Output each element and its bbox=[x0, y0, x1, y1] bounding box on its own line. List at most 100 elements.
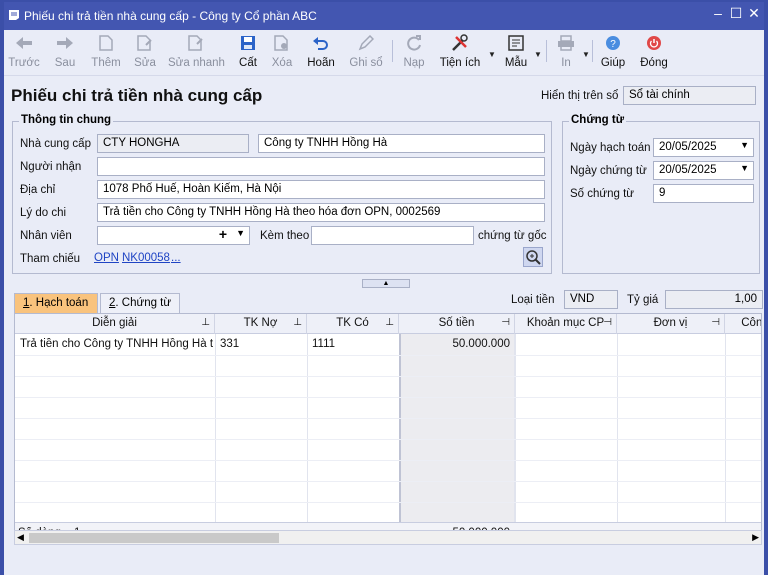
column-header-credit[interactable]: TK Có ⊥ bbox=[307, 314, 399, 334]
voucher-window: Phiếu chi trả tiền nhà cung cấp - Công t… bbox=[0, 0, 768, 575]
pin-icon: ⊥ bbox=[201, 317, 210, 328]
pin-icon: ⊣ bbox=[711, 317, 720, 328]
row-1-credit[interactable]: 1111 bbox=[312, 338, 335, 350]
pin-icon: ⊥ bbox=[293, 317, 302, 328]
maximize-icon[interactable]: ☐ bbox=[728, 5, 744, 22]
form-content: Phiếu chi trả tiền nhà cung cấp Hiển thị… bbox=[4, 76, 764, 575]
voucher-date-label: Ngày chứng từ bbox=[570, 165, 647, 177]
column-header-expense[interactable]: Khoản mục CP ⊣ bbox=[515, 314, 617, 334]
column-header-desc[interactable]: Diễn giải ⊥ bbox=[15, 314, 215, 334]
tab-vouchers[interactable]: 2. Chứng từ bbox=[100, 293, 180, 313]
row-1-debit[interactable]: 331 bbox=[220, 338, 239, 350]
reference-label: Tham chiếu bbox=[20, 253, 81, 265]
add-employee-icon[interactable]: + bbox=[219, 227, 227, 242]
zoom-in-icon bbox=[526, 250, 541, 265]
pin-icon: ⊣ bbox=[501, 317, 510, 328]
column-header-amount[interactable]: Số tiền ⊣ bbox=[399, 314, 515, 334]
load-button[interactable]: Nạp bbox=[400, 32, 428, 74]
pin-icon: ⊣ bbox=[603, 317, 612, 328]
post-button[interactable]: Ghi sổ bbox=[347, 32, 385, 74]
minimize-icon[interactable]: – bbox=[710, 5, 726, 21]
power-icon bbox=[647, 36, 661, 50]
utilities-button[interactable]: Tiện ích bbox=[438, 32, 482, 74]
chevron-down-icon[interactable]: ▼ bbox=[236, 228, 245, 238]
delete-button[interactable]: Xóa bbox=[268, 32, 296, 74]
supplier-name-field[interactable]: Công ty TNHH Hồng Hà bbox=[258, 134, 545, 153]
delete-document-icon bbox=[274, 35, 288, 51]
voucher-date-field[interactable]: 20/05/2025 ▼ bbox=[653, 161, 754, 180]
accounting-grid: Diễn giải ⊥ TK Nợ ⊥ TK Có ⊥ Số tiền ⊣ Khoản … bbox=[14, 313, 762, 545]
column-header-unit[interactable]: Đơn vị ⊣ bbox=[617, 314, 725, 334]
receiver-field[interactable] bbox=[97, 157, 545, 176]
collapse-toggle[interactable]: ▲ bbox=[362, 279, 410, 288]
currency-field[interactable]: VND bbox=[564, 290, 618, 309]
close-button[interactable]: Đóng bbox=[638, 32, 670, 74]
template-icon bbox=[508, 35, 524, 51]
attach-field[interactable] bbox=[311, 226, 474, 245]
employee-field[interactable]: + ▼ bbox=[97, 226, 250, 245]
column-header-other[interactable]: Công bbox=[725, 314, 761, 334]
template-button[interactable]: Mẫu bbox=[502, 32, 530, 74]
receiver-label: Người nhận bbox=[20, 161, 82, 173]
template-dropdown-icon[interactable]: ▼ bbox=[534, 50, 542, 59]
arrow-left-icon bbox=[16, 37, 32, 49]
help-button[interactable]: ? Giúp bbox=[598, 32, 628, 74]
display-on-field[interactable]: Sổ tài chính bbox=[623, 86, 756, 105]
quick-edit-button[interactable]: Sửa nhanh bbox=[168, 32, 225, 74]
svg-text:?: ? bbox=[610, 39, 616, 50]
chevron-down-icon[interactable]: ▼ bbox=[740, 140, 749, 150]
horizontal-scrollbar[interactable]: ◀ ▶ bbox=[14, 530, 762, 545]
pin-icon: ⊥ bbox=[385, 317, 394, 328]
close-window-icon[interactable]: ✕ bbox=[746, 5, 762, 22]
zoom-button[interactable] bbox=[523, 247, 543, 267]
attach-label: Kèm theo bbox=[260, 230, 310, 242]
back-button[interactable]: Trước bbox=[8, 32, 40, 74]
reference-link-opn[interactable]: OPN bbox=[94, 252, 119, 264]
tab-accounting[interactable]: 1. Hạch toán bbox=[14, 293, 98, 313]
address-field[interactable]: 1078 Phố Huế, Hoàn Kiếm, Hà Nội bbox=[97, 180, 545, 199]
chevron-down-icon[interactable]: ▼ bbox=[740, 163, 749, 173]
print-button[interactable]: In bbox=[552, 32, 580, 74]
arrow-right-icon bbox=[57, 37, 73, 49]
quick-edit-icon bbox=[188, 35, 203, 51]
scroll-thumb[interactable] bbox=[29, 533, 279, 543]
posting-date-label: Ngày hạch toán bbox=[570, 142, 651, 154]
save-icon bbox=[241, 36, 255, 50]
amount-column-shade bbox=[399, 334, 515, 522]
column-header-debit[interactable]: TK Nợ ⊥ bbox=[215, 314, 307, 334]
row-1-amount[interactable]: 50.000.000 bbox=[403, 338, 510, 350]
add-button[interactable]: Thêm bbox=[90, 32, 122, 74]
pen-icon bbox=[358, 35, 374, 51]
display-on-label: Hiển thị trên sổ bbox=[541, 90, 619, 102]
help-icon: ? bbox=[606, 36, 620, 50]
grid-header: Diễn giải ⊥ TK Nợ ⊥ TK Có ⊥ Số tiền ⊣ Khoản … bbox=[15, 314, 761, 334]
next-button[interactable]: Sau bbox=[51, 32, 79, 74]
scroll-right-icon[interactable]: ▶ bbox=[752, 532, 759, 543]
edit-document-icon bbox=[137, 35, 152, 51]
new-document-icon bbox=[99, 35, 113, 51]
toolbar-separator bbox=[592, 40, 593, 62]
reason-label: Lý do chi bbox=[20, 207, 67, 219]
rate-label: Tỷ giá bbox=[627, 294, 659, 306]
supplier-code-field[interactable]: CTY HONGHA bbox=[97, 134, 249, 153]
utilities-dropdown-icon[interactable]: ▼ bbox=[488, 50, 496, 59]
posting-date-field[interactable]: 20/05/2025 ▼ bbox=[653, 138, 754, 157]
rate-field[interactable]: 1,00 bbox=[665, 290, 763, 309]
voucher-no-label: Số chứng từ bbox=[570, 188, 634, 200]
reference-link-nk[interactable]: NK00058 bbox=[122, 252, 170, 264]
title-bar: Phiếu chi trả tiền nhà cung cấp - Công t… bbox=[4, 2, 764, 30]
currency-label: Loại tiền bbox=[511, 294, 555, 306]
save-button[interactable]: Cất bbox=[234, 32, 262, 74]
print-dropdown-icon[interactable]: ▼ bbox=[582, 50, 590, 59]
scroll-left-icon[interactable]: ◀ bbox=[17, 532, 24, 543]
attach-suffix-label: chứng từ gốc bbox=[478, 230, 547, 242]
undo-button[interactable]: Hoãn bbox=[305, 32, 337, 74]
reason-field[interactable]: Trả tiền cho Công ty TNHH Hồng Hà theo h… bbox=[97, 203, 545, 222]
reference-more-link[interactable]: ... bbox=[171, 252, 181, 264]
voucher-no-field[interactable]: 9 bbox=[653, 184, 754, 203]
employee-label: Nhân viên bbox=[20, 230, 72, 242]
row-1-desc[interactable]: Trả tiền cho Công ty TNHH Hồng Hà th bbox=[20, 338, 213, 350]
refresh-icon bbox=[407, 35, 421, 51]
printer-icon bbox=[558, 35, 574, 51]
edit-button[interactable]: Sửa bbox=[131, 32, 159, 74]
